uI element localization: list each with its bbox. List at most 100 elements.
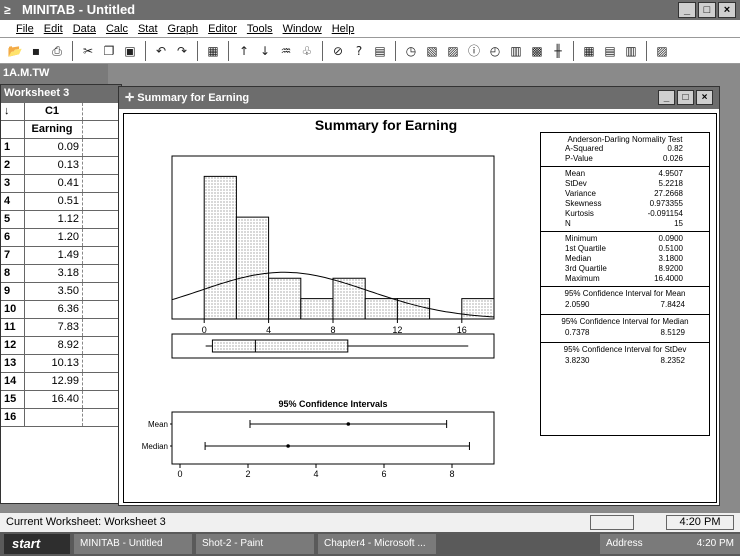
table-cell[interactable]: [25, 409, 83, 426]
row-number[interactable]: 13: [1, 355, 25, 372]
undo-icon[interactable]: ↶: [152, 42, 170, 60]
maximize-button[interactable]: □: [698, 2, 716, 18]
row-number[interactable]: 1: [1, 139, 25, 156]
menu-file[interactable]: File: [16, 23, 34, 35]
copy-icon[interactable]: ❐: [100, 42, 118, 60]
table-icon[interactable]: ▤: [601, 42, 619, 60]
row-number[interactable]: 5: [1, 211, 25, 228]
table-cell[interactable]: 3.18: [25, 265, 83, 282]
menu-editor[interactable]: Editor: [208, 23, 237, 35]
graph-close-button[interactable]: ×: [696, 90, 713, 105]
column-name[interactable]: Earning: [25, 121, 83, 138]
table-cell[interactable]: 10.13: [25, 355, 83, 372]
row-number[interactable]: 15: [1, 391, 25, 408]
columns-icon[interactable]: ╫: [549, 42, 567, 60]
row-number[interactable]: 14: [1, 373, 25, 390]
minimize-button[interactable]: _: [678, 2, 696, 18]
table-row: 6 1.20: [1, 229, 123, 247]
session-window-title[interactable]: 1A.M.TW: [0, 64, 108, 84]
table-cell[interactable]: 3.50: [25, 283, 83, 300]
table-cell[interactable]: 6.36: [25, 301, 83, 318]
table-cell[interactable]: 1.20: [25, 229, 83, 246]
brush-icon[interactable]: ▨: [653, 42, 671, 60]
row-number[interactable]: 12: [1, 337, 25, 354]
taskbar-minitab[interactable]: MINITAB - Untitled: [74, 534, 192, 554]
graph-canvas[interactable]: Summary for Earning 0 4 8 12 16 95% Confiden…: [123, 113, 717, 503]
table-cell[interactable]: 12.99: [25, 373, 83, 390]
row-number[interactable]: 9: [1, 283, 25, 300]
menu-window[interactable]: Window: [283, 23, 322, 35]
cut-icon[interactable]: ✂: [79, 42, 97, 60]
moment-stat-row: StDev 5.2218: [545, 179, 705, 189]
table-row: 2 0.13: [1, 157, 123, 175]
save-icon[interactable]: ▪: [27, 42, 45, 60]
row-number[interactable]: 2: [1, 157, 25, 174]
down-icon[interactable]: ↓: [256, 42, 274, 60]
menu-stat[interactable]: Stat: [138, 23, 158, 35]
table-cell[interactable]: 0.13: [25, 157, 83, 174]
menu-help[interactable]: Help: [332, 23, 355, 35]
menu-edit[interactable]: Edit: [44, 23, 63, 35]
layout-icon[interactable]: ▥: [622, 42, 640, 60]
table-cell[interactable]: 0.51: [25, 193, 83, 210]
close-button[interactable]: ×: [718, 2, 736, 18]
table-cell[interactable]: 7.83: [25, 319, 83, 336]
menu-data[interactable]: Data: [73, 23, 96, 35]
row-number[interactable]: 4: [1, 193, 25, 210]
row-number[interactable]: 8: [1, 265, 25, 282]
print-icon[interactable]: ⎙: [48, 42, 66, 60]
row-number[interactable]: 10: [1, 301, 25, 318]
table-cell[interactable]: 1.49: [25, 247, 83, 264]
ci-mean-low: 2.0590: [565, 300, 590, 309]
graph-maximize-button[interactable]: □: [677, 90, 694, 105]
address-label[interactable]: Address: [606, 534, 643, 554]
row-number[interactable]: 16: [1, 409, 25, 426]
menu-tools[interactable]: Tools: [247, 23, 273, 35]
column-id[interactable]: C1: [25, 103, 83, 120]
taskbar-word[interactable]: Chapter4 - Microsoft ...: [318, 534, 436, 554]
graph-minimize-button[interactable]: _: [658, 90, 675, 105]
taskbar-paint[interactable]: Shot-2 - Paint: [196, 534, 314, 554]
info-icon[interactable]: ⓘ: [465, 42, 483, 60]
graph-window-title[interactable]: ✛ Summary for Earning: [119, 87, 719, 109]
moment-stat-label: Variance: [565, 189, 596, 198]
graph-icon[interactable]: ▦: [204, 42, 222, 60]
clock-icon[interactable]: ◴: [486, 42, 504, 60]
row-arrow-icon[interactable]: ↓: [1, 103, 25, 120]
ci-tick-label: 0: [177, 469, 182, 479]
row-number[interactable]: 11: [1, 319, 25, 336]
find-icon[interactable]: ♒: [277, 42, 295, 60]
history-icon[interactable]: ◷: [402, 42, 420, 60]
row-number[interactable]: 7: [1, 247, 25, 264]
row-number[interactable]: 3: [1, 175, 25, 192]
data-icon[interactable]: ▧: [423, 42, 441, 60]
toolbar: 📂 ▪ ⎙ ✂ ❐ ▣ ↶ ↷ ▦ ↑ ↓ ♒ ♧ ⊘ ? ▤ ◷ ▧ ▨ ⓘ …: [0, 38, 740, 64]
row-number[interactable]: 6: [1, 229, 25, 246]
worksheet-title[interactable]: Worksheet 3: [1, 85, 121, 103]
cancel-icon[interactable]: ⊘: [329, 42, 347, 60]
table-row: 1 0.09: [1, 139, 123, 157]
menu-calc[interactable]: Calc: [106, 23, 128, 35]
table-row: 14 12.99: [1, 373, 123, 391]
session-icon[interactable]: ▤: [371, 42, 389, 60]
chart-icon[interactable]: ▩: [528, 42, 546, 60]
ci-stdev-high: 8.2352: [660, 356, 685, 365]
table-cell[interactable]: 8.92: [25, 337, 83, 354]
grid-icon[interactable]: ▦: [580, 42, 598, 60]
quartile-stat-row: Maximum 16.4000: [545, 274, 705, 284]
table-cell[interactable]: 1.12: [25, 211, 83, 228]
worksheet-icon[interactable]: ▥: [507, 42, 525, 60]
open-icon[interactable]: 📂: [6, 42, 24, 60]
replace-icon[interactable]: ♧: [298, 42, 316, 60]
redo-icon[interactable]: ↷: [173, 42, 191, 60]
menu-graph[interactable]: Graph: [168, 23, 199, 35]
start-button[interactable]: start: [4, 534, 70, 554]
table-cell[interactable]: 16.40: [25, 391, 83, 408]
help-icon[interactable]: ?: [350, 42, 368, 60]
up-icon[interactable]: ↑: [235, 42, 253, 60]
table-cell[interactable]: 0.09: [25, 139, 83, 156]
report-icon[interactable]: ▨: [444, 42, 462, 60]
graph-window: ✛ Summary for Earning _ □ × Summary for …: [118, 86, 720, 506]
paste-icon[interactable]: ▣: [121, 42, 139, 60]
table-cell[interactable]: 0.41: [25, 175, 83, 192]
